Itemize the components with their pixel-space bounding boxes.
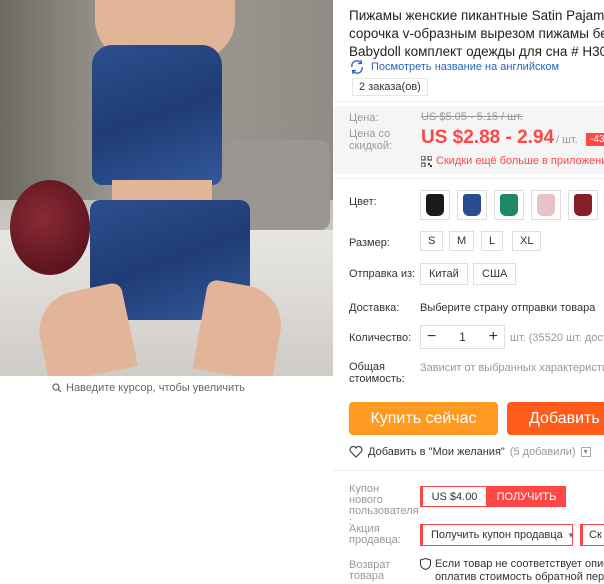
divider: [333, 101, 604, 102]
color-swatch-thumb: [463, 194, 481, 216]
color-label: Цвет:: [349, 196, 377, 208]
chevron-down-icon: ▾: [568, 529, 574, 540]
translate-title-text: Посмотреть название на английском: [371, 61, 560, 73]
quantity-decrease-button[interactable]: −: [427, 328, 436, 346]
app-promo-text: Скидки ещё больше в приложении: [436, 155, 604, 167]
quantity-label: Количество:: [349, 332, 412, 344]
size-option-m[interactable]: M: [449, 231, 475, 251]
delivery-value: Выберите страну отправки товара: [420, 302, 596, 314]
original-price: US $5.05 - 5.15 / шт.: [421, 111, 523, 123]
discount-price: US $2.88 - 2.94: [421, 127, 555, 148]
color-swatch-black[interactable]: [420, 190, 450, 220]
color-swatch-navy[interactable]: [457, 190, 487, 220]
image-satin-camisole: [92, 45, 222, 185]
size-option-l[interactable]: L: [481, 231, 504, 251]
ship-from-china[interactable]: Китай: [420, 263, 468, 285]
new-user-coupon-label: Купон нового пользователя :: [349, 483, 419, 528]
orders-count-badge: 2 заказа(ов): [352, 78, 428, 96]
total-price-label: Общая стоимость:: [349, 361, 405, 385]
size-option-s[interactable]: S: [420, 231, 444, 251]
zoom-hint: Наведите курсор, чтобы увеличить: [52, 382, 245, 394]
return-label: Возврат товара: [349, 559, 391, 582]
seller-coupon-dropdown-label: Получить купон продавца: [431, 529, 563, 541]
product-image[interactable]: [0, 0, 333, 376]
quantity-stepper: − 1 +: [420, 325, 505, 349]
magnifier-icon: [52, 383, 62, 393]
color-swatch-burgundy[interactable]: [568, 190, 598, 220]
product-title-line: Пижамы женские пикантные Satin Pajama S: [349, 8, 604, 23]
price-label: Цена:: [349, 112, 379, 124]
buy-now-button[interactable]: Купить сейчас: [349, 402, 498, 435]
add-to-cart-button[interactable]: Добавить в: [507, 402, 604, 435]
color-swatch-pink[interactable]: [531, 190, 561, 220]
heart-icon: [349, 446, 363, 458]
zoom-hint-text: Наведите курсор, чтобы увеличить: [66, 382, 245, 394]
get-coupon-button[interactable]: ПОЛУЧИТЬ: [487, 486, 566, 507]
ship-from-label: Отправка из:: [349, 268, 416, 280]
seller-promo-label: Акция продавца:: [349, 523, 401, 546]
return-policy: Если товар не соответствует описа оплати…: [420, 558, 604, 584]
size-option-xl[interactable]: XL: [512, 231, 542, 251]
product-title-line: Babydoll комплект одежды для сна # H30: [349, 44, 604, 59]
image-red-pillow: [10, 180, 90, 275]
color-swatch-green[interactable]: [494, 190, 524, 220]
seller-coupon-dropdown[interactable]: Получить купон продавца ▾: [420, 524, 573, 546]
product-title: Пижамы женские пикантные Satin Pajama S …: [349, 7, 604, 61]
color-swatch-thumb: [500, 194, 518, 216]
product-title-line: сорочка v-образным вырезом пижамы без: [349, 26, 604, 41]
add-to-wishlist-link[interactable]: Добавить в "Мои желания" (5 добавили) ▾: [349, 446, 591, 458]
seller-discount-dropdown[interactable]: Ск: [580, 524, 604, 546]
size-label: Размер:: [349, 237, 390, 249]
quantity-increase-button[interactable]: +: [489, 328, 498, 346]
color-swatch-thumb: [426, 194, 444, 216]
ship-from-usa[interactable]: США: [473, 263, 517, 285]
app-promo-link[interactable]: Скидки ещё больше в приложении: [421, 155, 604, 167]
delivery-label: Доставка:: [349, 302, 400, 314]
divider: [333, 470, 604, 471]
translate-icon: [351, 60, 363, 74]
chevron-down-icon[interactable]: ▾: [580, 447, 591, 457]
wishlist-text: Добавить в "Мои желания": [368, 446, 505, 458]
return-policy-text: Если товар не соответствует описа оплати…: [435, 558, 604, 584]
quantity-value[interactable]: 1: [459, 330, 466, 344]
translate-title-link[interactable]: Посмотреть название на английском: [349, 60, 559, 74]
wishlist-count: (5 добавили): [509, 446, 576, 458]
divider: [333, 178, 604, 179]
qr-code-icon: [421, 155, 432, 167]
return-policy-line: оплатив стоимость обратной перес: [435, 571, 604, 583]
shield-icon: [420, 558, 431, 570]
discount-percent-badge: -43%: [586, 133, 604, 146]
color-swatch-thumb: [574, 194, 592, 216]
coupon-value: US $4.00: [420, 486, 487, 507]
stock-available: шт. (35520 шт. досту: [510, 332, 604, 344]
color-swatch-thumb: [537, 194, 555, 216]
total-price-value: Зависит от выбранных характеристик: [420, 362, 604, 374]
discount-price-label: Цена со скидкой:: [349, 128, 393, 152]
return-policy-line: Если товар не соответствует описа: [435, 558, 604, 570]
price-per-unit: / шт.: [556, 134, 578, 146]
